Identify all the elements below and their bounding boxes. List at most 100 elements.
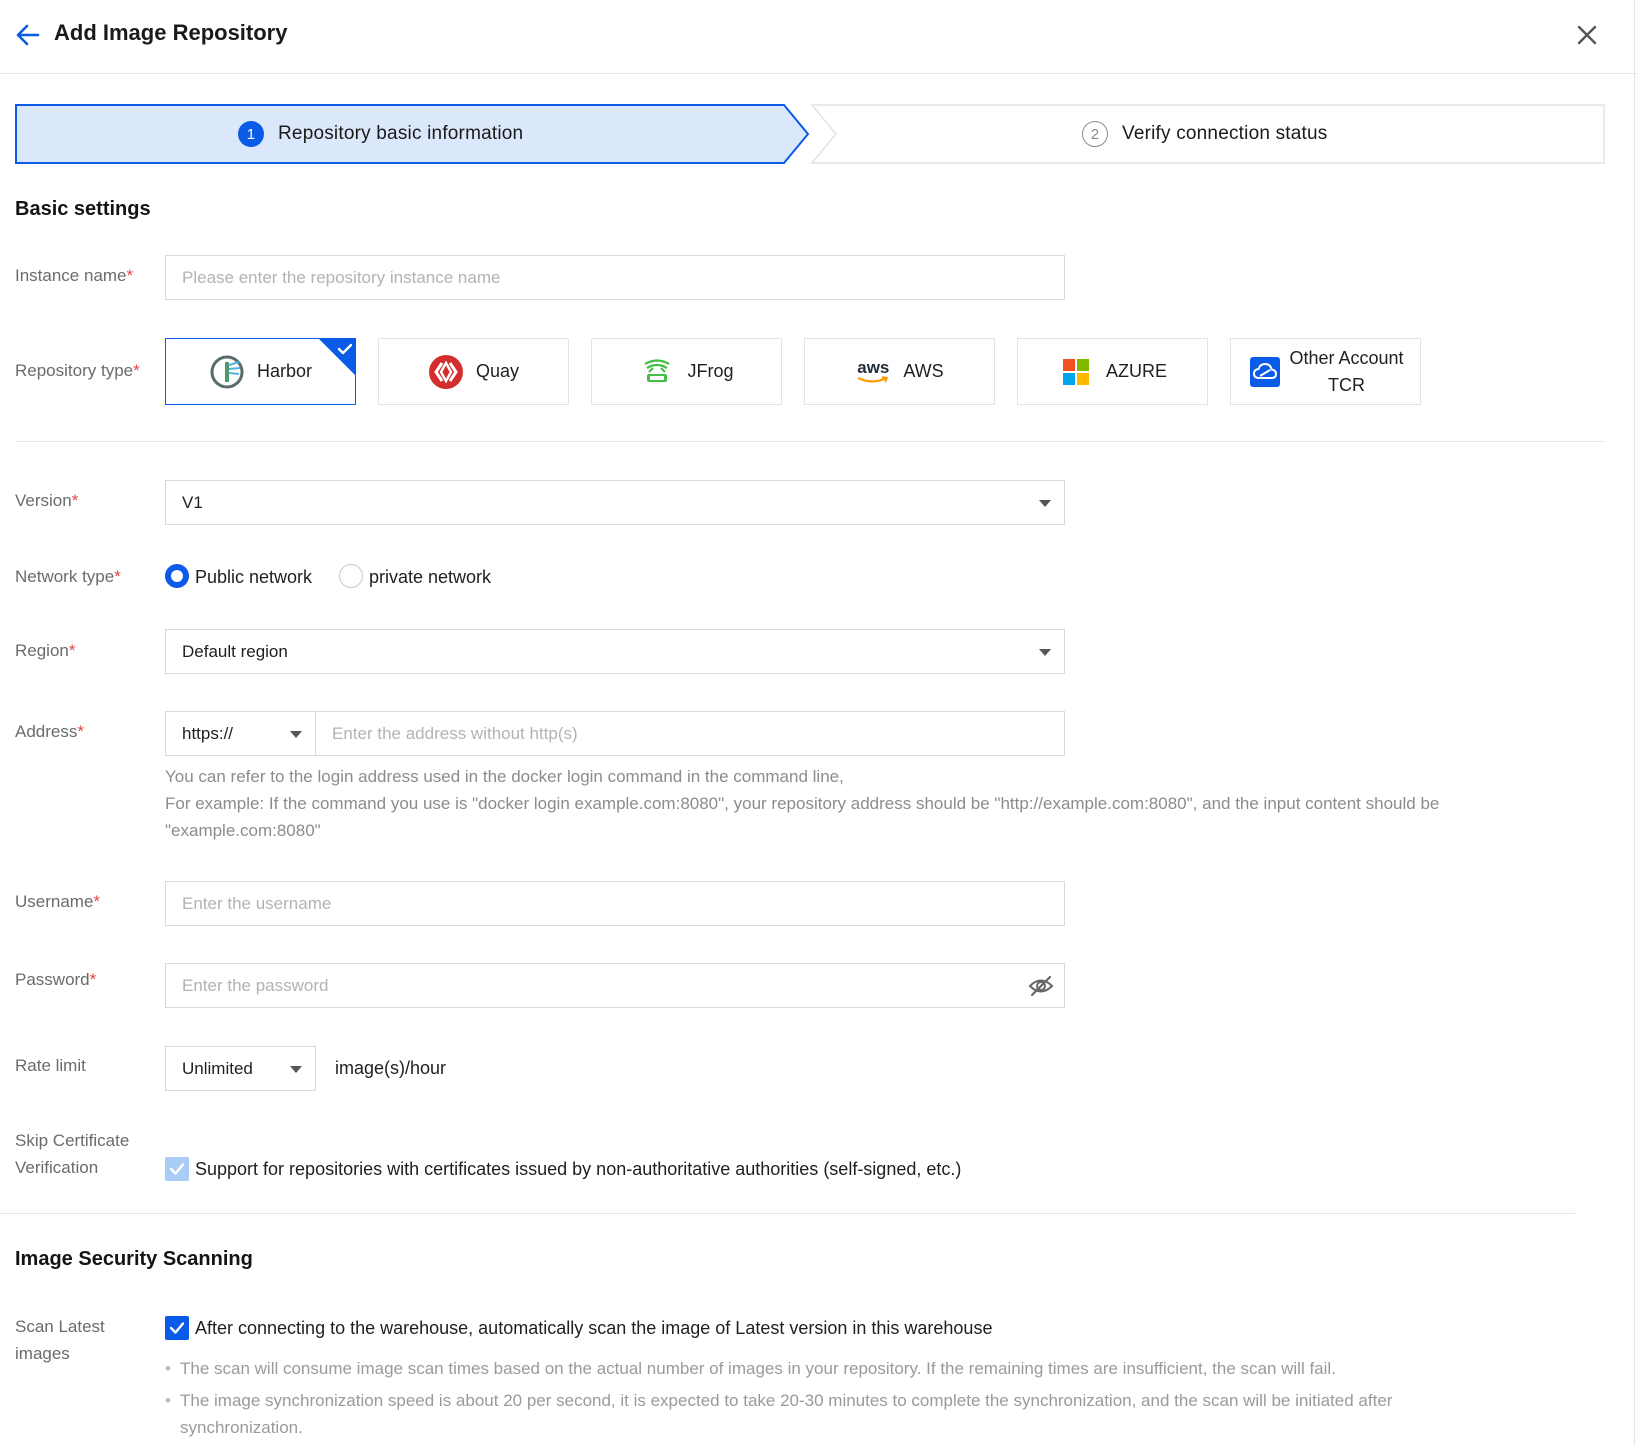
repo-type-other-tcr-label: Other Account TCR	[1289, 345, 1403, 399]
chevron-down-icon	[290, 1066, 302, 1073]
panel-edge	[1634, 0, 1635, 1446]
repository-type-label-text: Repository type	[15, 361, 134, 380]
password-label-text: Password	[15, 970, 90, 989]
version-select[interactable]: V1	[165, 480, 1065, 525]
address-protocol-value: https://	[182, 723, 234, 743]
password-label: Password*	[15, 966, 96, 993]
username-label-text: Username	[15, 892, 94, 911]
checkmark-icon	[318, 338, 356, 376]
scan-latest-label-line1: Scan Latest	[15, 1317, 105, 1336]
step-1-number: 1	[238, 121, 264, 147]
close-icon	[1577, 25, 1597, 45]
checkmark-icon	[169, 1322, 185, 1334]
required-mark: *	[71, 491, 79, 510]
arrow-left-icon	[16, 24, 40, 46]
address-help-line1: You can refer to the login address used …	[165, 767, 844, 786]
dialog-header: Add Image Repository	[0, 0, 1637, 74]
repository-type-label: Repository type*	[15, 357, 140, 384]
repo-type-aws[interactable]: aws AWS	[804, 338, 995, 405]
address-input[interactable]: Enter the address without http(s)	[315, 711, 1065, 756]
step-1: 1 Repository basic information	[238, 104, 523, 164]
private-network-label[interactable]: private network	[369, 567, 491, 588]
public-network-label[interactable]: Public network	[195, 567, 312, 588]
instance-name-placeholder: Please enter the repository instance nam…	[182, 267, 501, 287]
password-placeholder: Enter the password	[182, 975, 329, 995]
repo-type-jfrog-label: JFrog	[687, 361, 734, 381]
rate-limit-label: Rate limit	[15, 1052, 86, 1079]
address-help-text: You can refer to the login address used …	[165, 763, 1535, 844]
network-type-label: Network type*	[15, 563, 121, 590]
username-input[interactable]: Enter the username	[165, 881, 1065, 926]
bullet-dot: •	[165, 1359, 171, 1378]
private-network-radio[interactable]	[339, 564, 363, 588]
repo-type-jfrog[interactable]: JFrog	[591, 338, 782, 405]
address-label: Address*	[15, 718, 84, 745]
jfrog-logo-icon	[639, 354, 675, 390]
repo-type-aws-label: AWS	[903, 361, 944, 381]
region-label: Region*	[15, 637, 76, 664]
security-scanning-title: Image Security Scanning	[15, 1248, 253, 1270]
scan-note-2-line2: synchronization.	[180, 1418, 303, 1437]
bullet-dot: •	[165, 1391, 171, 1410]
scan-note-1: • The scan will consume image scan times …	[165, 1355, 1495, 1382]
password-input[interactable]: Enter the password	[165, 963, 1065, 1008]
section-divider	[15, 441, 1605, 442]
skip-cert-label: Skip Certificate Verification	[15, 1127, 129, 1181]
rate-limit-label-text: Rate limit	[15, 1056, 86, 1075]
section-divider	[0, 1213, 1575, 1214]
repo-type-harbor[interactable]: Harbor	[165, 338, 356, 405]
tcr-cloud-icon	[1247, 354, 1283, 390]
step-1-label: Repository basic information	[278, 123, 524, 144]
region-select[interactable]: Default region	[165, 629, 1065, 674]
step-2: 2 Verify connection status	[1082, 104, 1327, 164]
repo-type-azure-label: AZURE	[1105, 361, 1167, 381]
required-mark: *	[133, 361, 140, 380]
version-label: Version*	[15, 487, 78, 514]
instance-name-input[interactable]: Please enter the repository instance nam…	[165, 255, 1065, 300]
address-help-line2: For example: If the command you use is "…	[165, 794, 1440, 813]
skip-cert-label-line2: Verification	[15, 1158, 99, 1177]
public-network-radio[interactable]	[165, 564, 189, 588]
username-placeholder: Enter the username	[182, 893, 332, 913]
required-mark: *	[89, 970, 97, 989]
repo-type-other-tcr[interactable]: Other Account TCR	[1230, 338, 1421, 405]
address-protocol-select[interactable]: https://	[165, 711, 316, 756]
address-help-line3: "example.com:8080"	[165, 821, 321, 840]
repo-type-other-tcr-line2: TCR	[1327, 374, 1365, 395]
required-mark: *	[93, 892, 101, 911]
rate-limit-select[interactable]: Unlimited	[165, 1046, 316, 1091]
chevron-down-icon	[1039, 500, 1051, 507]
eye-off-icon[interactable]	[1028, 975, 1054, 997]
repo-type-harbor-label: Harbor	[256, 361, 313, 381]
aws-logo-icon: aws	[855, 354, 891, 390]
chevron-down-icon	[290, 731, 302, 738]
step-2-label: Verify connection status	[1122, 123, 1328, 144]
harbor-logo-icon	[209, 354, 245, 390]
skip-cert-checkbox[interactable]	[165, 1157, 189, 1181]
skip-cert-label-line1: Skip Certificate	[15, 1131, 130, 1150]
close-button[interactable]	[1572, 20, 1602, 50]
scan-note-2: • The image synchronization speed is abou…	[165, 1387, 1495, 1441]
checkmark-icon	[169, 1163, 185, 1175]
rate-limit-value: Unlimited	[182, 1058, 253, 1078]
required-mark: *	[77, 722, 84, 741]
scan-latest-label: Scan Latest images	[15, 1313, 105, 1367]
address-label-text: Address	[15, 722, 78, 741]
scan-note-1-text: The scan will consume image scan times b…	[180, 1359, 1336, 1378]
scan-latest-checkbox[interactable]	[165, 1316, 189, 1340]
repo-type-quay[interactable]: Quay	[378, 338, 569, 405]
azure-logo-icon	[1058, 354, 1094, 390]
skip-cert-text: Support for repositories with certificat…	[195, 1159, 962, 1179]
required-mark: *	[68, 641, 76, 660]
chevron-down-icon	[1039, 649, 1051, 656]
repo-type-quay-label: Quay	[475, 361, 520, 381]
basic-settings-title: Basic settings	[15, 198, 151, 220]
instance-name-label-text: Instance name	[15, 266, 127, 285]
scan-latest-label-line2: images	[15, 1344, 70, 1363]
back-button[interactable]	[14, 21, 42, 49]
instance-name-label: Instance name*	[15, 262, 133, 289]
version-label-text: Version	[15, 491, 72, 510]
dialog-title: Add Image Repository	[54, 20, 288, 45]
repo-type-azure[interactable]: AZURE	[1017, 338, 1208, 405]
required-mark: *	[114, 567, 121, 586]
